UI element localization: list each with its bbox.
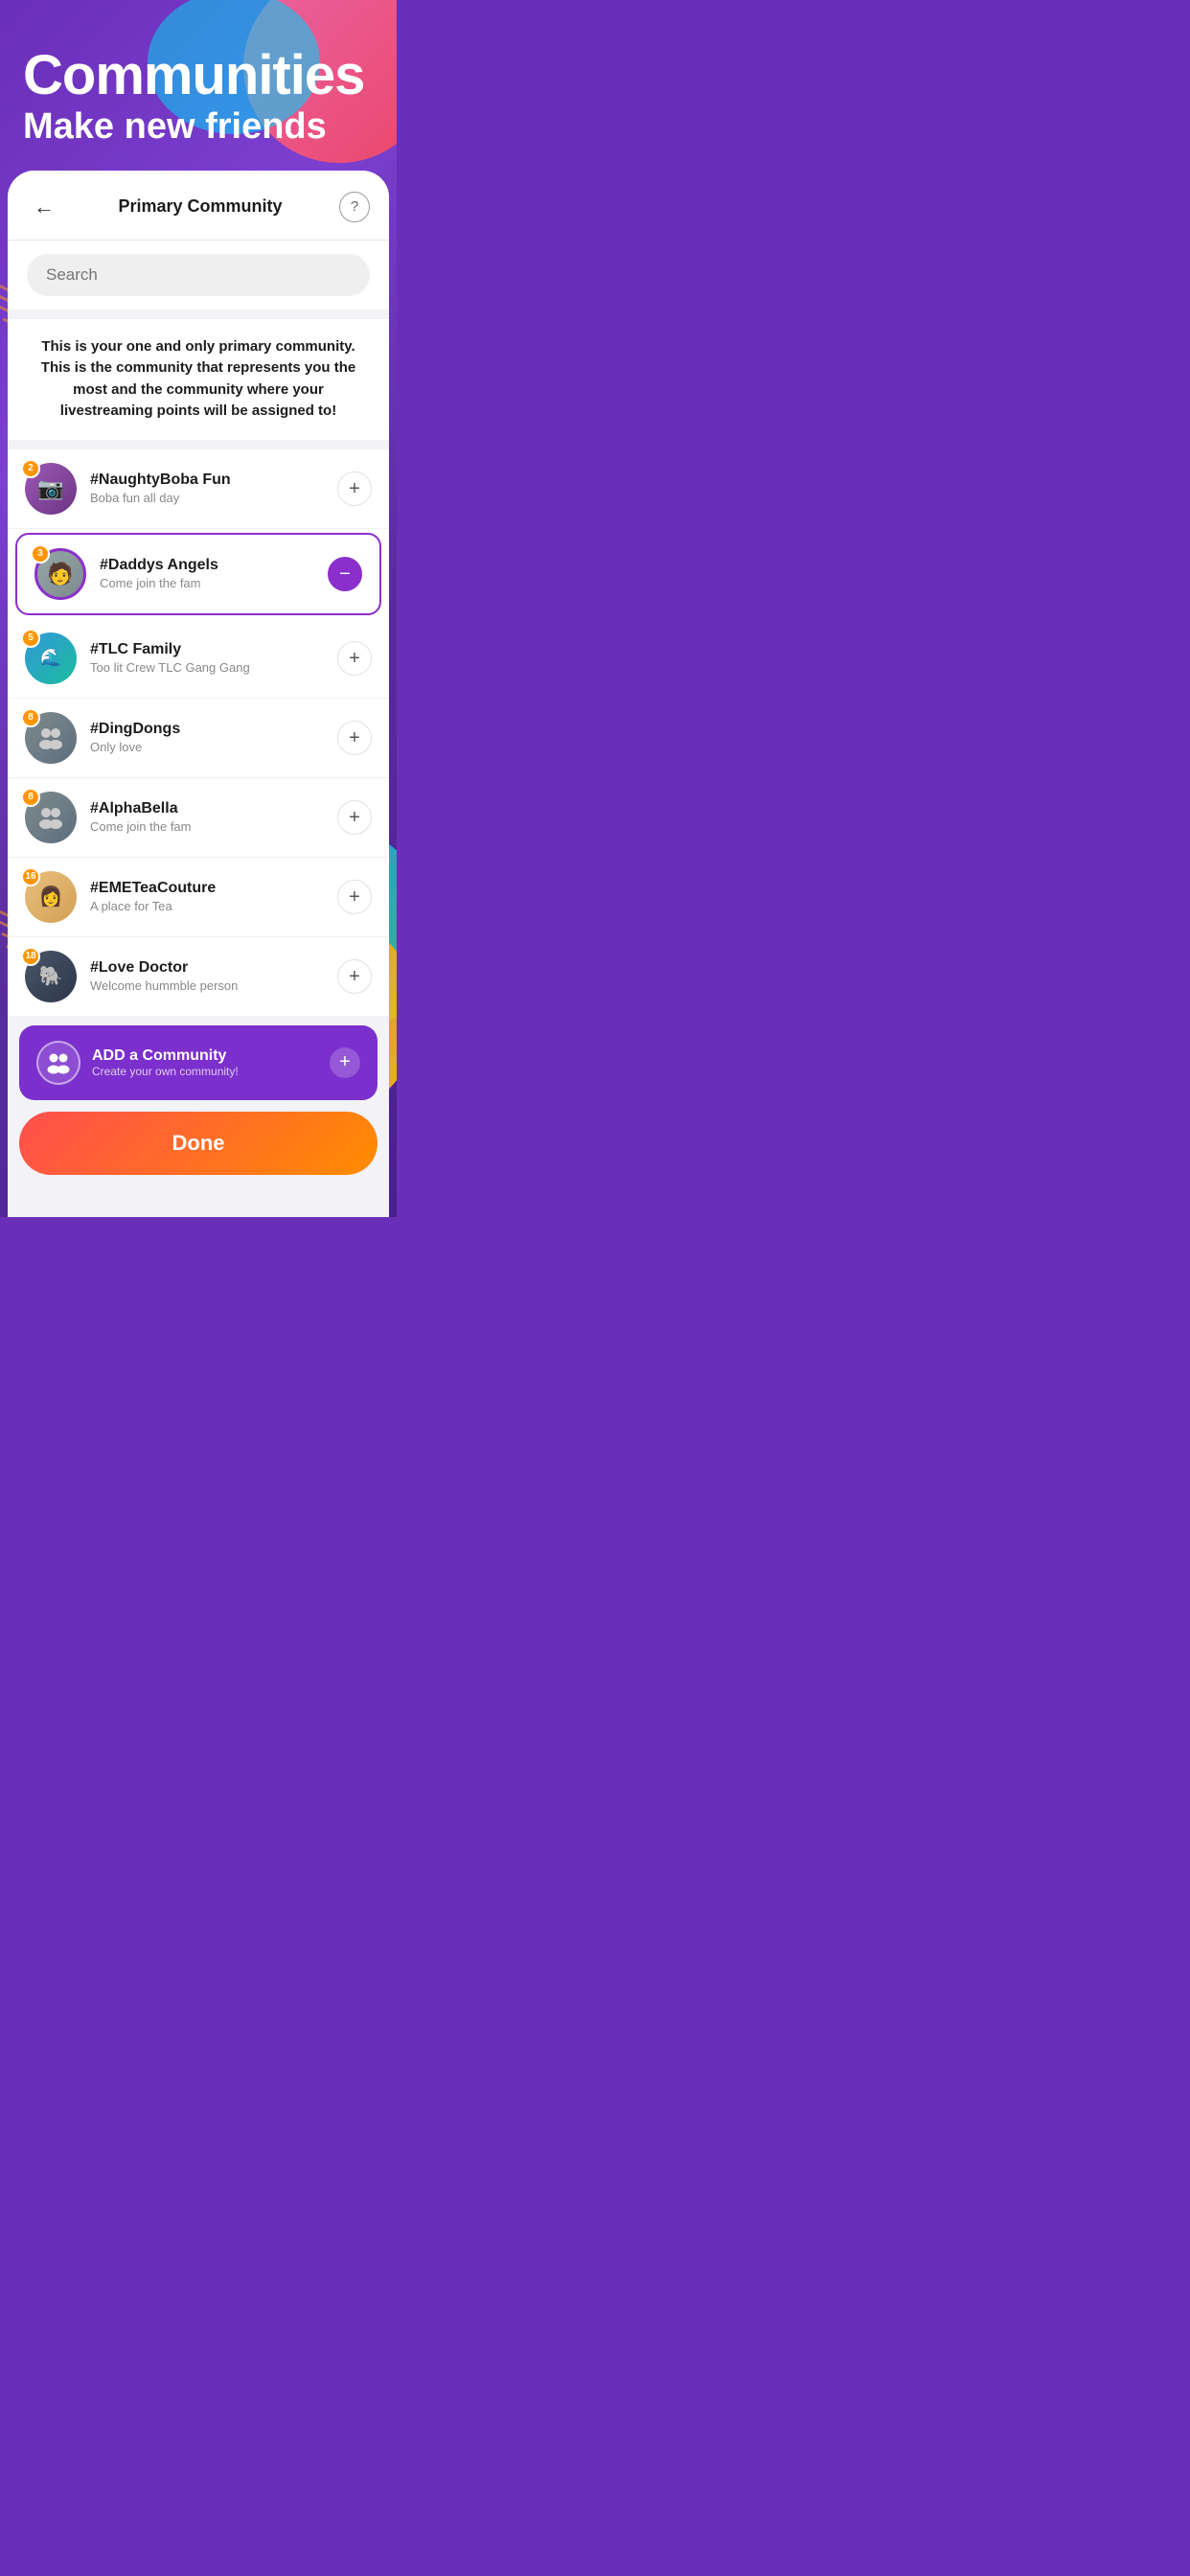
- done-label: Done: [172, 1131, 225, 1155]
- plus-icon-love-doctor: +: [349, 967, 360, 986]
- group-icon-ding-dongs: [36, 724, 65, 752]
- card-title: Primary Community: [118, 196, 282, 217]
- plus-icon-tlc-family: +: [349, 649, 360, 668]
- avatar-wrapper-love-doctor: 🐘 18: [25, 951, 77, 1002]
- help-button[interactable]: ?: [339, 192, 370, 222]
- header-subtitle: Make new friends: [23, 107, 374, 148]
- community-item-naughty-boba[interactable]: 📷 2 #NaughtyBoba Fun Boba fun all day +: [8, 449, 389, 529]
- add-button-naughty-boba[interactable]: +: [337, 472, 372, 506]
- info-text: This is your one and only primary commun…: [27, 336, 370, 423]
- add-community-title: ADD a Community: [92, 1047, 330, 1065]
- avatar-wrapper-ding-dongs: 8: [25, 712, 77, 764]
- search-section: [8, 241, 389, 310]
- add-button-alpha-bella[interactable]: +: [337, 800, 372, 835]
- done-button[interactable]: Done: [19, 1112, 378, 1175]
- community-item-daddys-angels[interactable]: 🧑 3 #Daddys Angels Come join the fam −: [15, 533, 381, 615]
- help-icon: ?: [351, 198, 358, 215]
- community-name-tlc-family: #TLC Family: [90, 641, 337, 658]
- community-info-daddys-angels: #Daddys Angels Come join the fam: [100, 557, 328, 590]
- community-info-love-doctor: #Love Doctor Welcome hummble person: [90, 959, 337, 993]
- community-info-alpha-bella: #AlphaBella Come join the fam: [90, 800, 337, 834]
- avatar-wrapper-daddys-angels: 🧑 3: [34, 548, 86, 600]
- remove-button-daddys-angels[interactable]: −: [328, 557, 362, 591]
- add-button-love-doctor[interactable]: +: [337, 959, 372, 994]
- community-name-daddys-angels: #Daddys Angels: [100, 557, 328, 574]
- add-plus-button[interactable]: +: [330, 1047, 360, 1078]
- header-section: Communities Make new friends: [0, 0, 397, 171]
- back-button[interactable]: ←: [27, 190, 61, 224]
- badge-tlc-family: 5: [21, 629, 40, 648]
- minus-icon-daddys-angels: −: [339, 564, 351, 584]
- add-community-text: ADD a Community Create your own communit…: [92, 1047, 330, 1078]
- community-item-eme-tea[interactable]: 👩 16 #EMETeaCouture A place for Tea +: [8, 858, 389, 937]
- community-info-naughty-boba: #NaughtyBoba Fun Boba fun all day: [90, 472, 337, 505]
- community-desc-love-doctor: Welcome hummble person: [90, 978, 337, 993]
- community-desc-ding-dongs: Only love: [90, 740, 337, 754]
- community-icon: [45, 1049, 72, 1076]
- plus-icon-naughty-boba: +: [349, 479, 360, 498]
- community-name-alpha-bella: #AlphaBella: [90, 800, 337, 817]
- search-input[interactable]: [46, 265, 351, 285]
- community-info-tlc-family: #TLC Family Too lit Crew TLC Gang Gang: [90, 641, 337, 675]
- badge-naughty-boba: 2: [21, 459, 40, 478]
- badge-alpha-bella: 8: [21, 788, 40, 807]
- avatar-wrapper-tlc-family: 🌊 5: [25, 632, 77, 684]
- avatar-wrapper-alpha-bella: 8: [25, 792, 77, 843]
- card-header: ← Primary Community ?: [8, 171, 389, 241]
- add-community-subtitle: Create your own community!: [92, 1065, 330, 1078]
- add-plus-icon: +: [339, 1051, 351, 1073]
- plus-icon-alpha-bella: +: [349, 808, 360, 827]
- community-name-naughty-boba: #NaughtyBoba Fun: [90, 472, 337, 489]
- community-name-love-doctor: #Love Doctor: [90, 959, 337, 977]
- add-button-ding-dongs[interactable]: +: [337, 721, 372, 755]
- badge-ding-dongs: 8: [21, 708, 40, 727]
- group-icon-alpha-bella: [36, 803, 65, 832]
- info-section: This is your one and only primary commun…: [8, 319, 389, 440]
- plus-icon-eme-tea: +: [349, 887, 360, 907]
- add-community-button[interactable]: ADD a Community Create your own communit…: [19, 1025, 378, 1100]
- community-item-love-doctor[interactable]: 🐘 18 #Love Doctor Welcome hummble person…: [8, 937, 389, 1016]
- main-card: ← Primary Community ? This is your one a…: [8, 171, 389, 1217]
- badge-daddys-angels: 3: [31, 544, 50, 564]
- community-desc-eme-tea: A place for Tea: [90, 899, 337, 913]
- community-name-eme-tea: #EMETeaCouture: [90, 880, 337, 897]
- add-button-tlc-family[interactable]: +: [337, 641, 372, 676]
- search-input-wrapper[interactable]: [27, 254, 370, 296]
- community-name-ding-dongs: #DingDongs: [90, 721, 337, 738]
- community-info-eme-tea: #EMETeaCouture A place for Tea: [90, 880, 337, 913]
- add-community-icon: [36, 1041, 80, 1085]
- community-desc-daddys-angels: Come join the fam: [100, 576, 328, 590]
- badge-love-doctor: 18: [21, 947, 40, 966]
- plus-icon-ding-dongs: +: [349, 728, 360, 748]
- community-info-ding-dongs: #DingDongs Only love: [90, 721, 337, 754]
- community-desc-naughty-boba: Boba fun all day: [90, 491, 337, 505]
- community-desc-alpha-bella: Come join the fam: [90, 819, 337, 834]
- communities-list: 📷 2 #NaughtyBoba Fun Boba fun all day + …: [8, 449, 389, 1016]
- badge-eme-tea: 16: [21, 867, 40, 886]
- community-item-alpha-bella[interactable]: 8 #AlphaBella Come join the fam +: [8, 778, 389, 858]
- background: Communities Make new friends ← Primary C…: [0, 0, 397, 1217]
- community-desc-tlc-family: Too lit Crew TLC Gang Gang: [90, 660, 337, 675]
- community-item-ding-dongs[interactable]: 8 #DingDongs Only love +: [8, 699, 389, 778]
- avatar-wrapper-naughty-boba: 📷 2: [25, 463, 77, 515]
- community-item-tlc-family[interactable]: 🌊 5 #TLC Family Too lit Crew TLC Gang Ga…: [8, 619, 389, 699]
- add-button-eme-tea[interactable]: +: [337, 880, 372, 914]
- back-arrow-icon: ←: [34, 195, 55, 219]
- avatar-wrapper-eme-tea: 👩 16: [25, 871, 77, 923]
- header-title: Communities: [23, 48, 374, 104]
